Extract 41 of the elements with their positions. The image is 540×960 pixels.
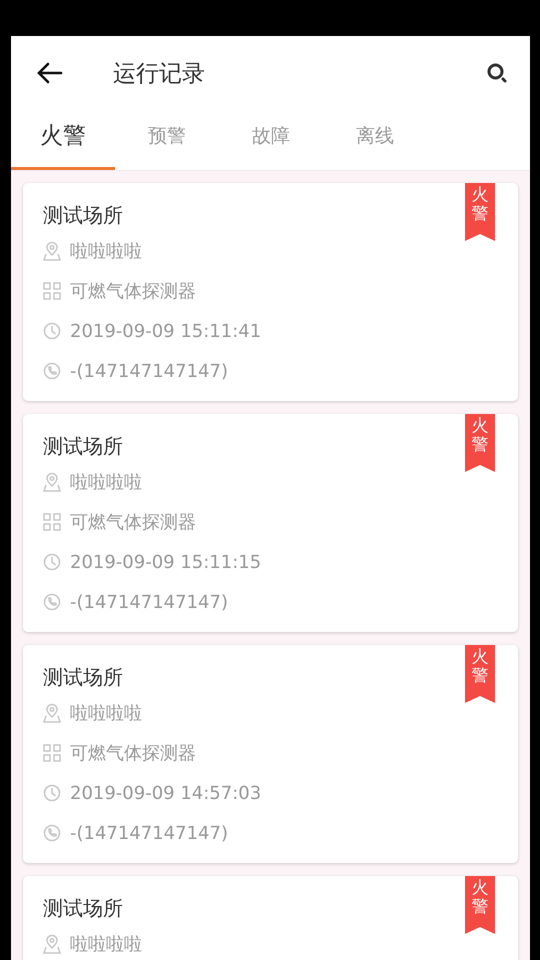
search-button[interactable]: [486, 62, 508, 84]
location-pin-icon: [43, 934, 61, 954]
record-card[interactable]: 测试场所 啦啦啦啦 可燃气体探测器 2019-09-09 15:11:41 -(147147147147) 火警: [23, 183, 518, 401]
place-name: 测试场所: [43, 894, 123, 922]
grid-icon: [43, 282, 61, 300]
location-pin-icon: [43, 241, 61, 261]
grid-icon: [43, 513, 61, 531]
location-pin-icon: [43, 472, 61, 492]
place-name: 测试场所: [43, 202, 123, 228]
device-text: 可燃气体探测器: [70, 280, 196, 303]
phone-icon: [43, 593, 61, 611]
device-text: 可燃气体探测器: [70, 511, 196, 534]
alarm-ribbon: 火警: [465, 876, 495, 934]
alarm-ribbon: 火警: [465, 645, 495, 703]
time-text: 2019-09-09 15:11:41: [70, 320, 262, 342]
phone-text: -(147147147147): [70, 822, 228, 844]
page-title: 运行记录: [113, 60, 206, 88]
location-text: 啦啦啦啦: [70, 933, 142, 956]
time-text: 2019-09-09 15:11:15: [70, 552, 262, 572]
alarm-ribbon: 火警: [465, 183, 495, 241]
alarm-ribbon: 火警: [465, 414, 495, 472]
clock-icon: [43, 553, 61, 571]
phone-icon: [43, 362, 61, 380]
phone-text: -(147147147147): [70, 360, 228, 382]
record-card[interactable]: 测试场所 啦啦啦啦 可燃气体探测器 2019-09-09 14:57:03 -(147147147147) 火警: [23, 645, 518, 863]
clock-icon: [43, 784, 61, 802]
back-button[interactable]: [37, 62, 63, 84]
location-text: 啦啦啦啦: [70, 471, 142, 494]
clock-icon: [43, 322, 61, 340]
record-card[interactable]: 测试场所 啦啦啦啦 可燃气体探测器 2019-09-09 15:11:15 -(147147147147) 火警: [23, 414, 518, 632]
phone-icon: [43, 824, 61, 842]
time-text: 2019-09-09 14:57:03: [70, 782, 262, 804]
grid-icon: [43, 744, 61, 762]
place-name: 测试场所: [43, 664, 123, 690]
record-card[interactable]: 测试场所 啦啦啦啦 火警: [23, 876, 518, 960]
phone-text: -(147147147147): [70, 592, 228, 612]
device-text: 可燃气体探测器: [70, 742, 196, 765]
location-text: 啦啦啦啦: [70, 240, 142, 263]
place-name: 测试场所: [43, 432, 123, 460]
location-pin-icon: [43, 703, 61, 723]
location-text: 啦啦啦啦: [70, 702, 142, 725]
